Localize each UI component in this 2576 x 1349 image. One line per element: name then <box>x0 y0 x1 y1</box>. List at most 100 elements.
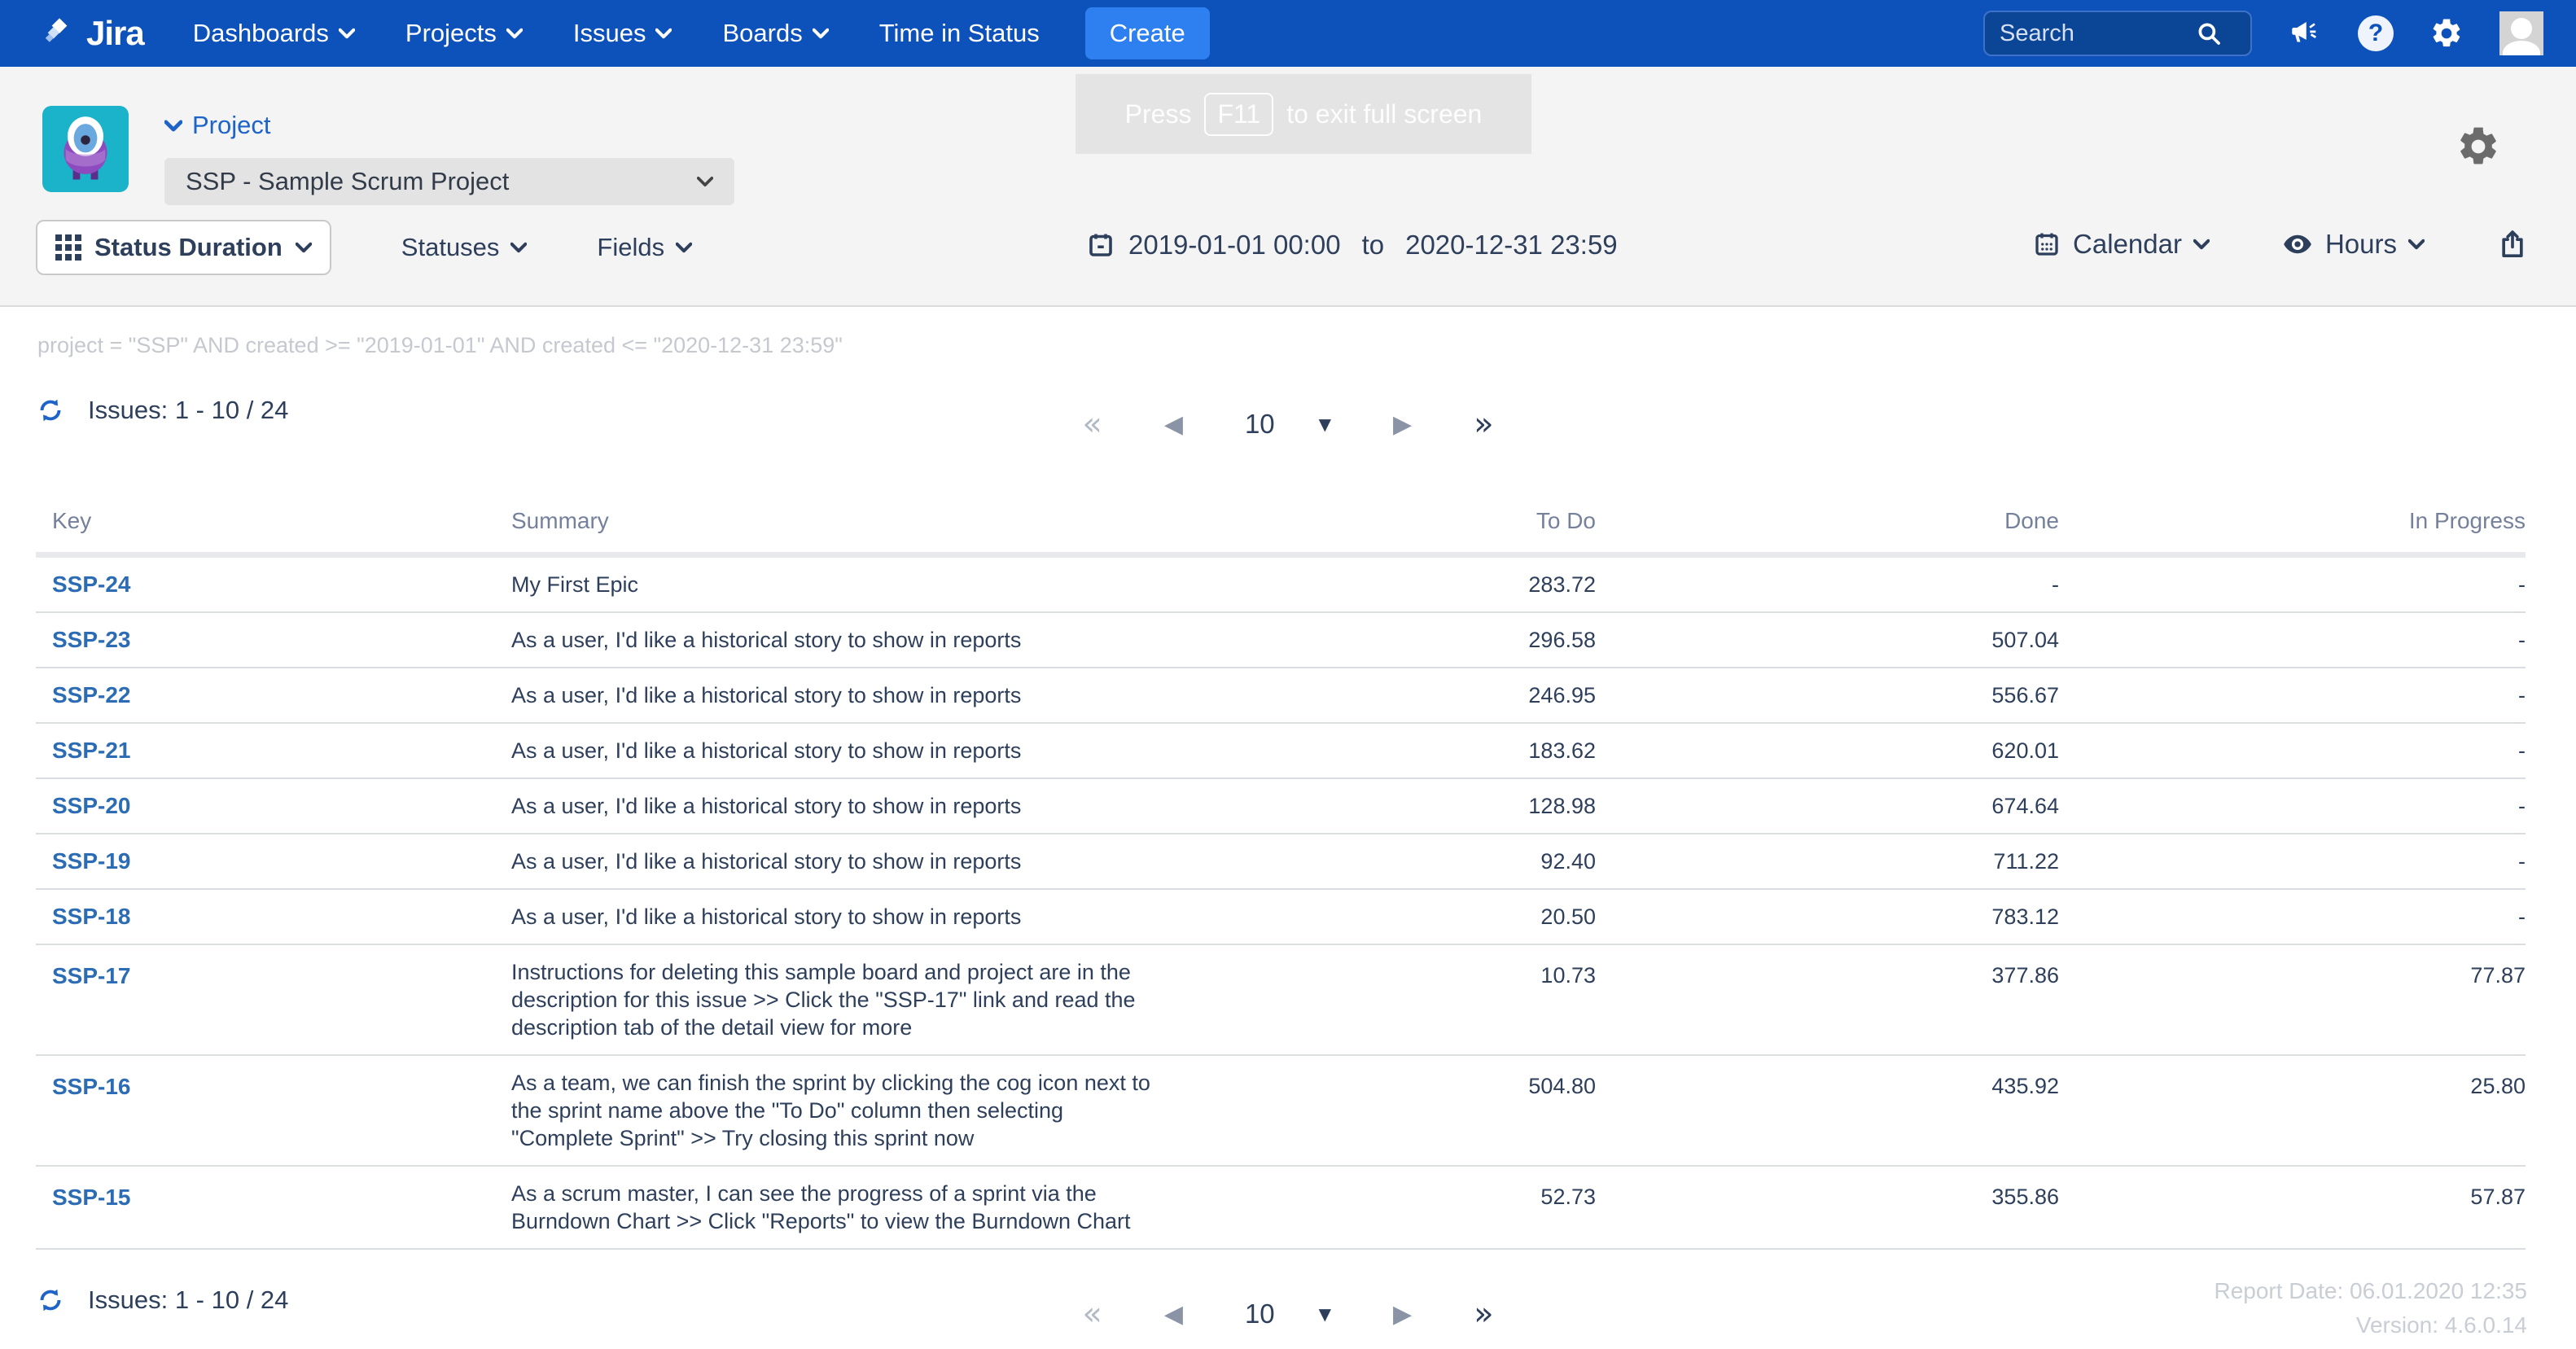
toast-text: to exit full screen <box>1286 99 1483 129</box>
issue-key-link[interactable]: SSP-21 <box>52 738 131 763</box>
date-range[interactable]: 2019-01-01 00:00 to 2020-12-31 23:59 <box>1086 230 1618 261</box>
issues-table: Key Summary To Do Done In Progress SSP-2… <box>36 500 2526 1250</box>
chevron-down-icon <box>812 28 829 39</box>
table-row: SSP-15 As a scrum master, I can see the … <box>36 1166 2526 1249</box>
statuses-dropdown[interactable]: Statuses <box>401 233 528 262</box>
first-page-button[interactable]: « <box>1082 1298 1102 1330</box>
report-type-button[interactable]: Status Duration <box>36 220 331 275</box>
next-page-button[interactable]: ▶ <box>1393 410 1412 439</box>
todo-value: 504.80 <box>1528 1074 1596 1098</box>
done-value: 507.04 <box>1991 627 2059 652</box>
refresh-icon[interactable] <box>36 1285 65 1315</box>
issue-summary: My First Epic <box>511 572 639 597</box>
pagination-top: « ◀ 10 ▼ ▶ » <box>1082 396 1493 453</box>
refresh-icon[interactable] <box>36 396 65 425</box>
calendar-grid-icon <box>2032 230 2061 259</box>
table-row: SSP-20 As a user, I'd like a historical … <box>36 778 2526 834</box>
search-box[interactable] <box>1983 11 2252 56</box>
prev-page-button[interactable]: ◀ <box>1164 1300 1183 1329</box>
issue-summary: As a user, I'd like a historical story t… <box>511 683 1022 707</box>
nav-projects[interactable]: Projects <box>405 19 523 48</box>
jira-logo[interactable]: Jira <box>41 14 145 53</box>
inprogress-value: - <box>2518 627 2526 652</box>
table-row: SSP-21 As a user, I'd like a historical … <box>36 723 2526 778</box>
chevron-down-icon <box>676 242 693 253</box>
project-select[interactable]: SSP - Sample Scrum Project <box>164 158 734 205</box>
issues-count: Issues: 1 - 10 / 24 <box>88 1285 289 1314</box>
next-page-button[interactable]: ▶ <box>1393 1300 1412 1329</box>
table-row: SSP-24 My First Epic 283.72 - - <box>36 555 2526 612</box>
project-strip: Project SSP - Sample Scrum Project Press… <box>0 67 2576 307</box>
issue-key-link[interactable]: SSP-16 <box>52 1074 131 1099</box>
prev-page-button[interactable]: ◀ <box>1164 410 1183 439</box>
column-summary[interactable]: Summary <box>511 500 1194 555</box>
grid-icon <box>55 234 81 261</box>
nav-dashboards[interactable]: Dashboards <box>193 19 355 48</box>
inprogress-value: - <box>2518 793 2526 818</box>
export-icon[interactable] <box>2496 228 2529 261</box>
jira-logo-icon <box>41 15 78 52</box>
issue-summary: As a user, I'd like a historical story t… <box>511 794 1022 818</box>
issue-summary: As a user, I'd like a historical story t… <box>511 904 1022 929</box>
issue-key-link[interactable]: SSP-22 <box>52 682 131 707</box>
nav-boards[interactable]: Boards <box>722 19 829 48</box>
create-button[interactable]: Create <box>1084 7 1210 59</box>
date-to[interactable]: 2020-12-31 23:59 <box>1405 230 1618 261</box>
issue-key-link[interactable]: SSP-24 <box>52 572 131 597</box>
issue-key-link[interactable]: SSP-23 <box>52 627 131 652</box>
chevron-down-icon <box>338 28 355 39</box>
project-dropdown-toggle[interactable]: Project <box>164 111 734 140</box>
report-meta: Report Date: 06.01.2020 12:35 Version: 4… <box>2214 1274 2527 1342</box>
page-size-select[interactable]: 10 ▼ <box>1245 409 1331 440</box>
first-page-button[interactable]: « <box>1082 408 1102 440</box>
done-value: 556.67 <box>1991 682 2059 707</box>
column-todo[interactable]: To Do <box>1194 500 1596 555</box>
topbar-right: ? <box>1983 11 2543 56</box>
nav-time-in-status[interactable]: Time in Status <box>879 19 1040 48</box>
fields-dropdown[interactable]: Fields <box>597 233 693 262</box>
f11-key: F11 <box>1204 92 1274 136</box>
table-row: SSP-18 As a user, I'd like a historical … <box>36 889 2526 944</box>
table-row: SSP-17 Instructions for deleting this sa… <box>36 944 2526 1055</box>
done-value: 674.64 <box>1991 793 2059 818</box>
issue-key-link[interactable]: SSP-19 <box>52 848 131 874</box>
gear-icon[interactable] <box>2429 16 2464 50</box>
chevron-down-icon <box>2408 239 2425 250</box>
chevron-down-icon <box>164 120 182 132</box>
user-avatar[interactable] <box>2499 11 2543 55</box>
todo-value: 92.40 <box>1540 848 1596 874</box>
column-key[interactable]: Key <box>36 500 511 555</box>
settings-gear-icon[interactable] <box>2456 124 2501 169</box>
nav-issues[interactable]: Issues <box>573 19 672 48</box>
issue-key-link[interactable]: SSP-15 <box>52 1185 131 1210</box>
jql-query-text: project = "SSP" AND created >= "2019-01-… <box>37 333 843 357</box>
column-done[interactable]: Done <box>1596 500 2059 555</box>
todo-value: 283.72 <box>1528 572 1596 597</box>
issue-key-link[interactable]: SSP-20 <box>52 793 131 818</box>
chevron-down-icon <box>697 176 713 187</box>
issue-key-link[interactable]: SSP-18 <box>52 904 131 929</box>
announcements-icon[interactable] <box>2288 16 2322 50</box>
inprogress-value: - <box>2518 904 2526 929</box>
last-page-button[interactable]: » <box>1474 408 1493 440</box>
done-value: 355.86 <box>1991 1185 2059 1209</box>
hours-dropdown[interactable]: Hours <box>2281 229 2425 260</box>
issue-summary: As a team, we can finish the sprint by c… <box>511 1071 1150 1150</box>
report-date: Report Date: 06.01.2020 12:35 <box>2214 1278 2527 1303</box>
inprogress-value: - <box>2518 682 2526 707</box>
date-from[interactable]: 2019-01-01 00:00 <box>1128 230 1341 261</box>
search-icon[interactable] <box>2195 20 2223 47</box>
issues-header-row: Issues: 1 - 10 / 24 « ◀ 10 ▼ ▶ » <box>0 396 2576 453</box>
page-size-select[interactable]: 10 ▼ <box>1245 1299 1331 1329</box>
search-input[interactable] <box>2000 20 2195 47</box>
inprogress-value: 57.87 <box>2470 1185 2526 1209</box>
table-row: SSP-23 As a user, I'd like a historical … <box>36 612 2526 668</box>
project-block: Project SSP - Sample Scrum Project <box>164 106 734 205</box>
last-page-button[interactable]: » <box>1474 1298 1493 1330</box>
calendar-dropdown[interactable]: Calendar <box>2032 229 2210 260</box>
date-to-word: to <box>1361 230 1385 260</box>
toast-text: Press <box>1124 99 1192 129</box>
column-inprogress[interactable]: In Progress <box>2059 500 2526 555</box>
issue-key-link[interactable]: SSP-17 <box>52 963 131 988</box>
help-icon[interactable]: ? <box>2358 15 2394 51</box>
